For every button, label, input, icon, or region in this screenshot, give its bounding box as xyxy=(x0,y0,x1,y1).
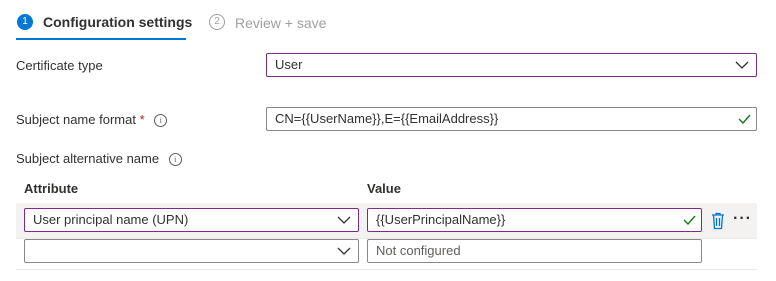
row-divider xyxy=(16,269,757,270)
info-icon[interactable]: i xyxy=(168,153,182,167)
certificate-type-label: Certificate type xyxy=(16,58,103,73)
attribute-dropdown-1[interactable]: User principal name (UPN) xyxy=(24,208,359,232)
step-label-configuration: Configuration settings xyxy=(43,14,193,30)
certificate-type-value: User xyxy=(275,57,303,72)
chevron-down-icon xyxy=(735,61,749,69)
subject-name-format-input[interactable]: CN={{UserName}},E={{EmailAddress}} xyxy=(266,107,757,131)
check-icon xyxy=(683,215,696,226)
more-icon[interactable]: ··· xyxy=(733,211,752,227)
value-input-2[interactable]: Not configured xyxy=(367,239,702,263)
subject-name-format-value: CN={{UserName}},E={{EmailAddress}} xyxy=(275,111,499,126)
chevron-down-icon xyxy=(337,216,351,224)
subject-name-format-label: Subject name format * i xyxy=(16,112,168,128)
subject-alternative-name-label: Subject alternative name i xyxy=(16,151,182,167)
subject-name-format-text: Subject name format xyxy=(16,112,136,127)
required-asterisk: * xyxy=(139,112,145,127)
trash-icon[interactable] xyxy=(710,212,726,230)
value-input-1[interactable]: {{UserPrincipalName}} xyxy=(367,208,702,232)
step-label-review: Review + save xyxy=(235,15,327,31)
value-text-1: {{UserPrincipalName}} xyxy=(376,212,506,227)
step-number-1: 1 xyxy=(17,14,33,30)
info-icon[interactable]: i xyxy=(154,114,168,128)
check-icon xyxy=(738,114,751,125)
attribute-value-1: User principal name (UPN) xyxy=(33,212,189,227)
value-placeholder-2: Not configured xyxy=(376,243,461,258)
attribute-column-header: Attribute xyxy=(24,181,79,196)
subject-alternative-name-text: Subject alternative name xyxy=(16,151,160,166)
active-step-underline xyxy=(16,38,186,40)
chevron-down-icon xyxy=(337,247,351,255)
attribute-dropdown-2[interactable] xyxy=(24,239,359,263)
step-number-2: 2 xyxy=(209,14,225,30)
certificate-type-dropdown[interactable]: User xyxy=(266,53,757,77)
value-column-header: Value xyxy=(367,181,401,196)
